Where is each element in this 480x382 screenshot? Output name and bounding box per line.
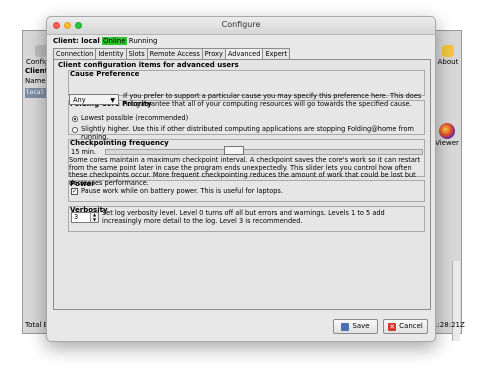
cause-selected: Any [73, 96, 86, 104]
priority-high-label: Slightly higher. Use this if other distr… [81, 125, 414, 141]
tab-slots[interactable]: Slots [125, 48, 148, 59]
tab-proxy[interactable]: Proxy [201, 48, 226, 59]
panel-title: Client configuration items for advanced … [58, 61, 239, 69]
tab-bar: Connection Identity Slots Remote Access Prox… [53, 48, 291, 60]
tab-identity[interactable]: Identity [95, 48, 127, 59]
cancel-x-icon: ✕ [388, 322, 397, 331]
viewer-label: Viewer [435, 139, 459, 147]
scrollbar[interactable] [452, 261, 460, 341]
save-button[interactable]: Save [333, 319, 378, 334]
verbosity-spinner[interactable]: 3 ▲ ▼ [71, 212, 99, 223]
toolbar-about-button[interactable]: About [435, 45, 461, 66]
save-label: Save [352, 322, 370, 330]
timestamp-label: 1:28:21Z [433, 321, 465, 329]
tab-remote-access[interactable]: Remote Access [146, 48, 203, 59]
checkpoint-slider-track[interactable] [105, 149, 423, 155]
cause-description: If you prefer to support a particular ca… [123, 92, 422, 108]
client-state: Running [128, 37, 158, 45]
cause-dropdown[interactable]: Any ▼ [69, 94, 119, 105]
cancel-button[interactable]: ✕ Cancel [383, 319, 428, 334]
status-badge: Online [101, 37, 127, 45]
chevron-down-icon: ▼ [110, 97, 115, 104]
checkmark-icon: ✓ [72, 188, 78, 195]
title-bar[interactable]: Configure [47, 17, 435, 35]
cancel-label: Cancel [399, 322, 423, 330]
client-status-line: Client: local Online Running [53, 37, 157, 45]
checkpoint-description: Some cores maintain a maximum checkpoint… [69, 156, 421, 187]
verbosity-value: 3 [74, 213, 79, 221]
priority-high-radio[interactable] [72, 127, 78, 133]
priority-low-label: Lowest possible (recommended) [81, 114, 189, 122]
name-column-header[interactable]: Name [25, 77, 46, 85]
configure-dialog: Configure Client: local Online Running C… [46, 16, 436, 342]
checkpoint-slider-thumb[interactable] [224, 146, 245, 155]
viewer-button[interactable]: Viewer [433, 123, 461, 147]
globe-icon [439, 123, 455, 139]
dialog-title: Configure [221, 20, 261, 29]
tab-connection[interactable]: Connection [53, 48, 97, 59]
cause-title: Cause Preference [70, 70, 140, 78]
verbosity-description: Set log verbosity level. Level 0 turns o… [102, 209, 385, 225]
star-icon [442, 45, 454, 57]
priority-low-radio[interactable] [72, 116, 78, 122]
battery-pause-label: Pause work while on battery power. This … [81, 187, 283, 195]
toolbar-about-label: About [437, 58, 459, 66]
spinner-arrows-icon[interactable]: ▲ ▼ [90, 212, 98, 222]
client-label: Client: local [53, 37, 100, 45]
floppy-disk-icon [341, 322, 350, 331]
battery-pause-checkbox[interactable]: ✓ [71, 188, 78, 195]
tab-expert[interactable]: Expert [262, 48, 291, 59]
client-row[interactable]: local [25, 88, 48, 98]
